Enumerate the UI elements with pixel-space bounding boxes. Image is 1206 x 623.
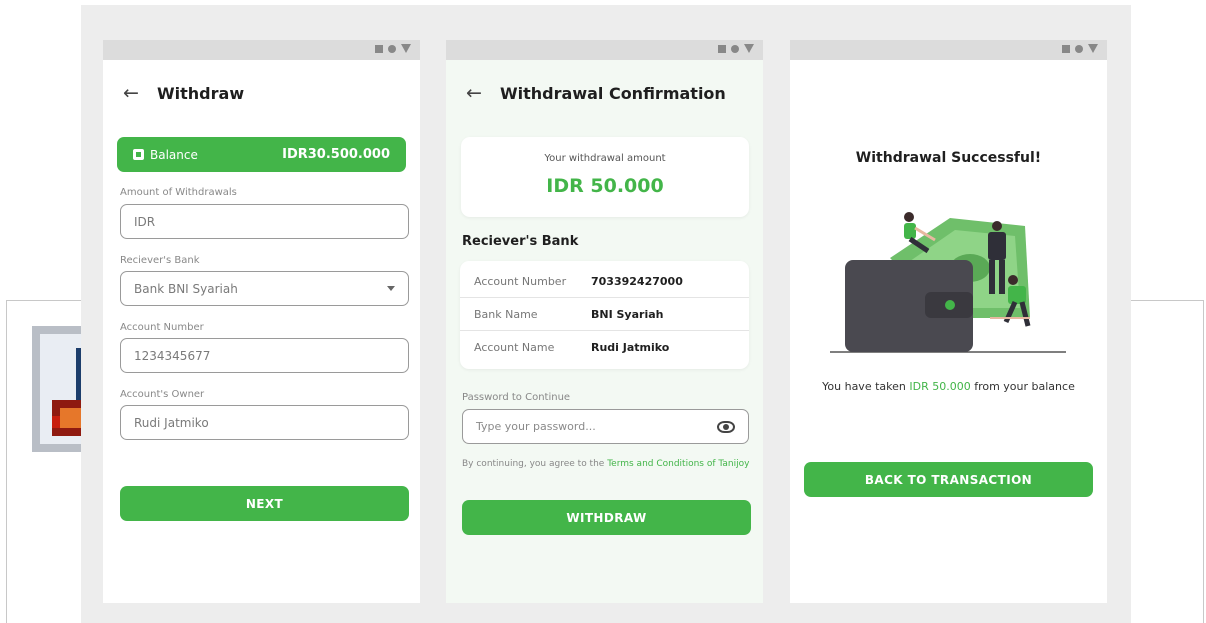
circle-icon [1075,44,1083,53]
status-bar [790,40,1107,60]
wallet-money-illustration [830,212,1066,353]
detail-label: Account Number [474,275,567,288]
bank-label: Reciever's Bank [120,255,200,266]
thumbnail-image [32,326,82,452]
section-title: Reciever's Bank [462,234,579,249]
back-arrow-icon[interactable]: ← [466,82,500,104]
status-bar [446,40,763,60]
amount-placeholder: IDR [134,214,156,229]
detail-label: Account Name [474,340,555,354]
owner-label: Account's Owner [120,389,205,400]
page-title: Withdrawal Confirmation [500,83,726,103]
next-button[interactable]: NEXT [120,486,409,521]
back-to-transaction-button[interactable]: BACK TO TRANSACTION [804,462,1093,497]
password-label: Password to Continue [462,392,571,403]
account-number-input[interactable]: 1234345677 [120,338,409,373]
balance-label: Balance [150,147,198,162]
detail-row: Account Name Rudi Jatmiko [460,331,749,363]
detail-value: BNI Syariah [591,308,664,321]
amount-value: IDR 50.000 [546,175,664,197]
owner-value: Rudi Jatmiko [134,415,209,430]
terms-prefix: By continuing, you agree to the [462,459,608,469]
circle-icon [731,44,739,53]
account-number-label: Account Number [120,322,204,333]
back-arrow-icon[interactable]: ← [123,82,157,104]
password-placeholder: Type your password... [476,420,596,433]
terms-link[interactable]: Terms and Conditions of Tanijoy [607,459,749,469]
wallet-icon [133,149,144,160]
terms-text: By continuing, you agree to the Terms an… [462,458,752,471]
phone-success: Withdrawal Successful! You have taken ID… [790,40,1107,603]
success-title: Withdrawal Successful! [855,150,1042,166]
owner-input[interactable]: Rudi Jatmiko [120,405,409,440]
triangle-down-icon [744,44,754,53]
mockup-panel: ← Withdraw Balance IDR30.500.000 Amount … [81,5,1131,623]
amount-card: Your withdrawal amount IDR 50.000 [461,137,749,217]
canvas: ← Withdraw Balance IDR30.500.000 Amount … [0,0,1206,623]
account-number-value: 1234345677 [134,348,211,363]
square-icon [375,44,383,53]
withdraw-button[interactable]: WITHDRAW [462,500,751,535]
triangle-down-icon [401,44,411,53]
square-icon [718,44,726,53]
amount-input[interactable]: IDR [120,204,409,239]
detail-row: Bank Name BNI Syariah [460,299,749,331]
detail-label: Bank Name [474,308,538,321]
detail-row: Account Number 703392427000 [460,266,749,298]
success-message: You have taken IDR 50.000 from your bala… [790,380,1107,393]
amount-caption: Your withdrawal amount [544,153,666,164]
balance-card: Balance IDR30.500.000 [117,137,406,172]
eye-icon[interactable] [717,420,735,433]
msg-amount: IDR 50.000 [909,380,971,393]
detail-value: 703392427000 [591,275,683,288]
bank-value: Bank BNI Syariah [134,281,238,296]
triangle-down-icon [1088,44,1098,53]
phone-withdraw: ← Withdraw Balance IDR30.500.000 Amount … [103,40,420,603]
password-input[interactable]: Type your password... [462,409,749,444]
circle-icon [388,44,396,53]
amount-label: Amount of Withdrawals [120,187,237,198]
msg-suffix: from your balance [970,380,1075,393]
bank-select[interactable]: Bank BNI Syariah [120,271,409,306]
chevron-down-icon [387,286,395,291]
detail-value: Rudi Jatmiko [591,340,670,354]
balance-value: IDR30.500.000 [282,147,390,162]
msg-prefix: You have taken [822,380,910,393]
bank-details-card: Account Number 703392427000 Bank Name BN… [460,261,749,369]
page-title: Withdraw [157,83,245,103]
square-icon [1062,44,1070,53]
status-bar [103,40,420,60]
phone-confirmation: ← Withdrawal Confirmation Your withdrawa… [446,40,763,603]
